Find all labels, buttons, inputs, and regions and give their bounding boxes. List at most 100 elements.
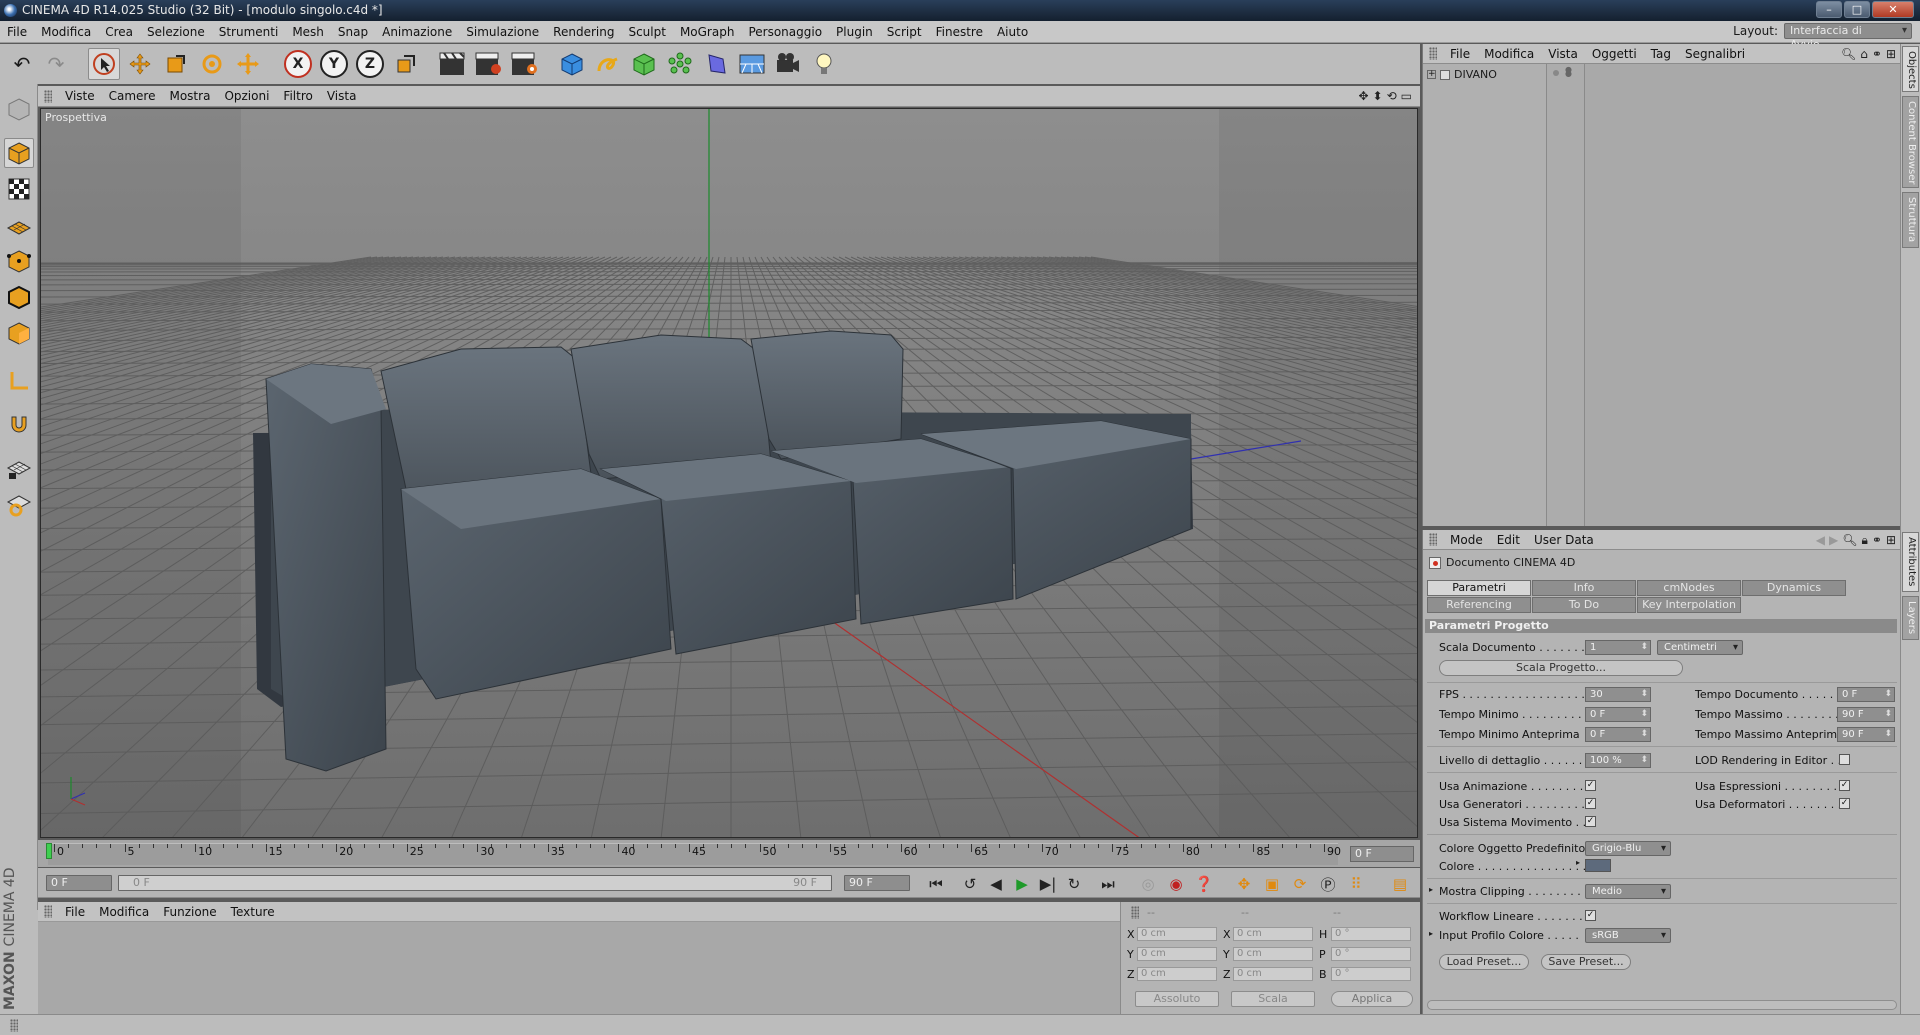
menu-simulazione[interactable]: Simulazione	[459, 25, 546, 39]
usa-deformatori-checkbox[interactable]: ✓	[1839, 798, 1850, 809]
record-parameter-icon[interactable]: Ⓟ	[1316, 873, 1340, 895]
record-scale-icon[interactable]: ▣	[1260, 873, 1284, 895]
search-icon[interactable]: 🔍︎	[1841, 47, 1856, 61]
mograph-icon[interactable]	[664, 48, 696, 80]
menu-strumenti[interactable]: Strumenti	[212, 25, 286, 39]
horizontal-scrollbar[interactable]	[1427, 1000, 1897, 1010]
side-tab-content-browser[interactable]: Content Browser	[1902, 96, 1919, 188]
tab-cmnodes[interactable]: cmNodes	[1637, 580, 1741, 596]
go-to-start-icon[interactable]: ⏮	[924, 873, 948, 895]
axis-mode-icon[interactable]	[4, 366, 34, 396]
colore-swatch[interactable]	[1585, 859, 1611, 872]
mostra-clipping-dropdown[interactable]: Medio	[1585, 884, 1671, 899]
make-editable-icon[interactable]	[4, 94, 34, 124]
material-list-area[interactable]	[38, 922, 1120, 1014]
tempo-minimo-anteprima-field[interactable]: 0 F	[1585, 727, 1651, 742]
position-y-field[interactable]: 0 cm	[1137, 947, 1217, 961]
viewport-menu-camere[interactable]: Camere	[102, 89, 163, 103]
end-frame-field[interactable]: 90 F	[844, 875, 910, 891]
z-axis-lock-button[interactable]: Z	[354, 48, 386, 80]
load-preset-button[interactable]: Load Preset...	[1439, 954, 1529, 970]
scala-documento-unit-dropdown[interactable]: Centimetri	[1657, 640, 1743, 655]
previous-key-icon[interactable]: ↺	[958, 873, 982, 895]
viewport-menu-viste[interactable]: Viste	[58, 89, 102, 103]
cube-object-icon[interactable]	[556, 48, 588, 80]
viewport-menu-opzioni[interactable]: Opzioni	[217, 89, 276, 103]
maximize-button[interactable]: □	[1844, 1, 1870, 18]
new-panel-icon[interactable]: ⊞	[1886, 47, 1896, 61]
workflow-lineare-checkbox[interactable]: ✓	[1585, 910, 1596, 921]
floor-environment-icon[interactable]	[736, 48, 768, 80]
side-tab-attributes[interactable]: Attributes	[1902, 532, 1919, 592]
attributes-menu-user-data[interactable]: User Data	[1527, 533, 1601, 547]
record-position-icon[interactable]: ✥	[1232, 873, 1256, 895]
editor-visibility-dot[interactable]	[1553, 70, 1559, 76]
panel-grip-icon[interactable]	[1429, 47, 1437, 60]
side-tab-layers[interactable]: Layers	[1902, 596, 1919, 640]
colore-oggetto-predefinito-dropdown[interactable]: Grigio-Blu	[1585, 841, 1671, 856]
objects-menu-oggetti[interactable]: Oggetti	[1585, 47, 1644, 61]
home-icon[interactable]: ⌂	[1860, 47, 1868, 61]
input-profilo-colore-dropdown[interactable]: sRGB	[1585, 928, 1671, 943]
material-menu-texture[interactable]: Texture	[224, 905, 282, 919]
side-tab-struttura[interactable]: Struttura	[1902, 192, 1919, 248]
rotation-b-field[interactable]: 0 °	[1331, 967, 1411, 981]
menu-rendering[interactable]: Rendering	[546, 25, 621, 39]
nurbs-icon[interactable]	[628, 48, 660, 80]
size-x-field[interactable]: 0 cm	[1233, 927, 1313, 941]
size-mode-dropdown[interactable]: Scala	[1231, 991, 1315, 1007]
menu-aiuto[interactable]: Aiuto	[990, 25, 1035, 39]
x-axis-lock-button[interactable]: X	[282, 48, 314, 80]
preview-range-slider[interactable]: 0 F 90 F	[118, 875, 832, 891]
deformer-icon[interactable]	[700, 48, 732, 80]
apply-button[interactable]: Applica	[1331, 991, 1413, 1007]
menu-modifica[interactable]: Modifica	[34, 25, 98, 39]
tempo-massimo-field[interactable]: 90 F	[1837, 707, 1895, 722]
link-icon[interactable]: ⚭	[1872, 533, 1882, 548]
livello-dettaglio-field[interactable]: 100 %	[1585, 753, 1651, 768]
keyframe-selection-icon[interactable]: ❓	[1192, 873, 1216, 895]
next-frame-icon[interactable]: ▶|	[1036, 873, 1060, 895]
edges-mode-icon[interactable]	[4, 282, 34, 312]
tab-parametri-progetto[interactable]: Parametri Progetto	[1427, 580, 1531, 608]
expand-arrow-icon[interactable]: ▸	[1429, 929, 1433, 938]
menu-snap[interactable]: Snap	[331, 25, 375, 39]
coordinate-mode-dropdown[interactable]: Assoluto	[1135, 991, 1219, 1007]
attributes-menu-edit[interactable]: Edit	[1490, 533, 1527, 547]
recent-tool-icon[interactable]	[232, 48, 264, 80]
attributes-menu-mode[interactable]: Mode	[1443, 533, 1490, 547]
move-icon[interactable]	[124, 48, 156, 80]
menu-mesh[interactable]: Mesh	[285, 25, 331, 39]
menu-script[interactable]: Script	[880, 25, 929, 39]
record-keys-icon[interactable]: ◎	[1136, 873, 1160, 895]
model-mode-icon[interactable]	[4, 138, 34, 168]
forward-arrow-icon[interactable]: ▶	[1829, 533, 1838, 548]
menu-selezione[interactable]: Selezione	[140, 25, 212, 39]
viewport-menu-filtro[interactable]: Filtro	[276, 89, 319, 103]
objects-menu-file[interactable]: File	[1443, 47, 1477, 61]
coordinate-system-icon[interactable]	[390, 48, 422, 80]
perspective-viewport[interactable]: Prospettiva	[40, 108, 1418, 838]
panel-grip-icon[interactable]	[1131, 906, 1139, 919]
new-panel-icon[interactable]: ⊞	[1886, 533, 1896, 548]
previous-frame-icon[interactable]: ◀	[984, 873, 1008, 895]
material-menu-funzione[interactable]: Funzione	[156, 905, 223, 919]
menu-mograph[interactable]: MoGraph	[673, 25, 742, 39]
scala-progetto-button[interactable]: Scala Progetto...	[1439, 660, 1683, 676]
viewport-rotate-icon[interactable]: ⟲	[1387, 89, 1397, 103]
back-arrow-icon[interactable]: ◀	[1816, 533, 1825, 548]
current-frame-field[interactable]: 0 F	[1350, 846, 1414, 862]
rotation-h-field[interactable]: 0 °	[1331, 927, 1411, 941]
go-to-end-icon[interactable]: ⏭	[1096, 873, 1120, 895]
scala-documento-field[interactable]: 1	[1585, 640, 1651, 655]
save-preset-button[interactable]: Save Preset...	[1541, 954, 1631, 970]
tab-dynamics[interactable]: Dynamics	[1742, 580, 1846, 596]
autokey-icon[interactable]: ◉	[1164, 873, 1188, 895]
search-icon[interactable]: 🔍︎	[1842, 533, 1857, 548]
tree-item-divano[interactable]: + DIVANO	[1427, 68, 1497, 81]
lod-rendering-checkbox[interactable]	[1839, 754, 1850, 765]
panel-grip-icon[interactable]	[44, 905, 52, 918]
position-x-field[interactable]: 0 cm	[1137, 927, 1217, 941]
tab-to-do[interactable]: To Do	[1532, 597, 1636, 613]
lock-icon[interactable]: 🔒︎	[1861, 533, 1867, 548]
